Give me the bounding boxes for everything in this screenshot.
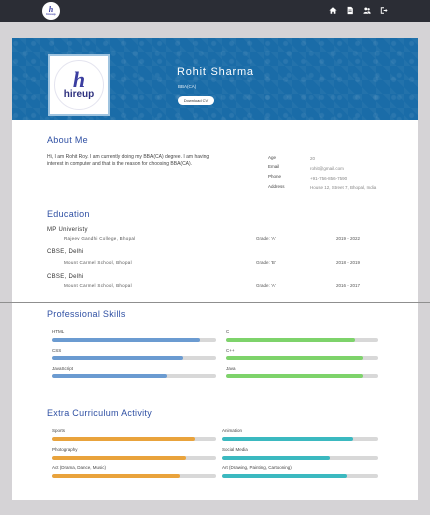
skill-label: HTML (52, 329, 65, 334)
education-school: MP Univeristy (47, 227, 88, 233)
education-place: Mount Carmel School, Bhopal (64, 283, 132, 288)
avatar-logo-mark: h (72, 67, 86, 92)
education-grade: Grade: 'B' (256, 260, 276, 265)
activity-label: Act (Drama, Dance, Music) (52, 465, 107, 470)
activity-label: Sports (52, 428, 66, 433)
skill-bar (52, 356, 216, 360)
education-school: CBSE, Delhi (47, 274, 84, 280)
skill-bar (226, 356, 378, 360)
activity-bar-fill (52, 474, 180, 478)
skill-bar-fill (226, 374, 363, 378)
viewport-divider (0, 302, 430, 303)
info-label-age: Age (268, 155, 277, 160)
info-value-phone: +91-756-856-7590 (310, 176, 348, 181)
info-value-email: rohit@gmail.com (310, 166, 344, 171)
activity-bar (52, 456, 216, 460)
brand-logo[interactable]: h hireup (42, 2, 60, 20)
activity-bar-fill (222, 474, 347, 478)
activity-label: Social Media (222, 447, 248, 452)
nav-icon-group (329, 6, 388, 15)
activity-label: Art (Drawing, Painting, Cartooning) (222, 465, 292, 470)
activity-bar (52, 437, 216, 441)
skill-label: JavaScript (52, 366, 74, 371)
activity-bar (52, 474, 216, 478)
activity-bar (222, 474, 378, 478)
avatar-logo: h hireup (54, 60, 104, 110)
skill-bar-fill (226, 356, 363, 360)
profile-course: BBA(CA) (178, 84, 197, 89)
skill-bar-fill (226, 338, 356, 342)
activity-bar (222, 456, 378, 460)
education-place: Rajeev Gandhi College, Bhopal (64, 236, 136, 241)
skill-label: C (226, 329, 230, 334)
skills-title: Professional Skills (47, 309, 126, 319)
top-navbar: h hireup (0, 0, 430, 22)
education-years: 2019 - 2022 (336, 236, 361, 241)
activity-bar-fill (52, 437, 195, 441)
activity-bar-fill (222, 456, 330, 460)
document-icon[interactable] (346, 6, 354, 15)
education-title: Education (47, 209, 90, 219)
info-label-phone: Phone (268, 174, 282, 179)
skill-bar-fill (52, 374, 167, 378)
activity-bar (222, 437, 378, 441)
skill-bar (52, 374, 216, 378)
users-icon[interactable] (363, 6, 371, 15)
education-grade: Grade: 'A' (256, 236, 276, 241)
profile-name: Rohit Sharma (177, 66, 254, 78)
skill-bar (226, 374, 378, 378)
info-value-address: House 12, Street 7, Bhopal, India (310, 185, 377, 190)
download-cv-button[interactable]: Download CV (178, 96, 214, 105)
education-years: 2018 - 2019 (336, 260, 361, 265)
home-icon[interactable] (329, 6, 337, 15)
skill-bar (52, 338, 216, 342)
skill-label: CSS (52, 348, 62, 353)
skill-label: C++ (226, 348, 235, 353)
about-title: About Me (47, 135, 88, 145)
about-text: Hi, I am Rohit Roy. I am currently doing… (47, 154, 210, 167)
profile-header: h hireup Rohit Sharma BBA(CA) Download C… (12, 38, 418, 120)
profile-card: h hireup Rohit Sharma BBA(CA) Download C… (12, 38, 418, 500)
education-school: CBSE, Delhi (47, 249, 84, 255)
education-grade: Grade: 'A' (256, 283, 276, 288)
brand-logo-text: hireup (46, 12, 56, 16)
activity-label: Photography (52, 447, 78, 452)
education-years: 2016 - 2017 (336, 283, 361, 288)
info-label-address: Address (268, 184, 285, 189)
activity-bar-fill (222, 437, 354, 441)
skill-bar (226, 338, 378, 342)
info-value-age: 20 (310, 156, 316, 161)
skill-label: Java (226, 366, 236, 371)
avatar: h hireup (48, 54, 110, 116)
avatar-logo-text: hireup (63, 89, 95, 100)
skill-bar-fill (52, 338, 200, 342)
skill-bar-fill (52, 356, 184, 360)
activity-label: Animation (222, 428, 243, 433)
activity-bar-fill (52, 456, 187, 460)
activities-title: Extra Curriculum Activity (47, 408, 153, 418)
education-place: Mount Carmel School, Bhopal (64, 260, 132, 265)
info-label-email: Email (268, 164, 280, 169)
logout-icon[interactable] (380, 6, 388, 15)
